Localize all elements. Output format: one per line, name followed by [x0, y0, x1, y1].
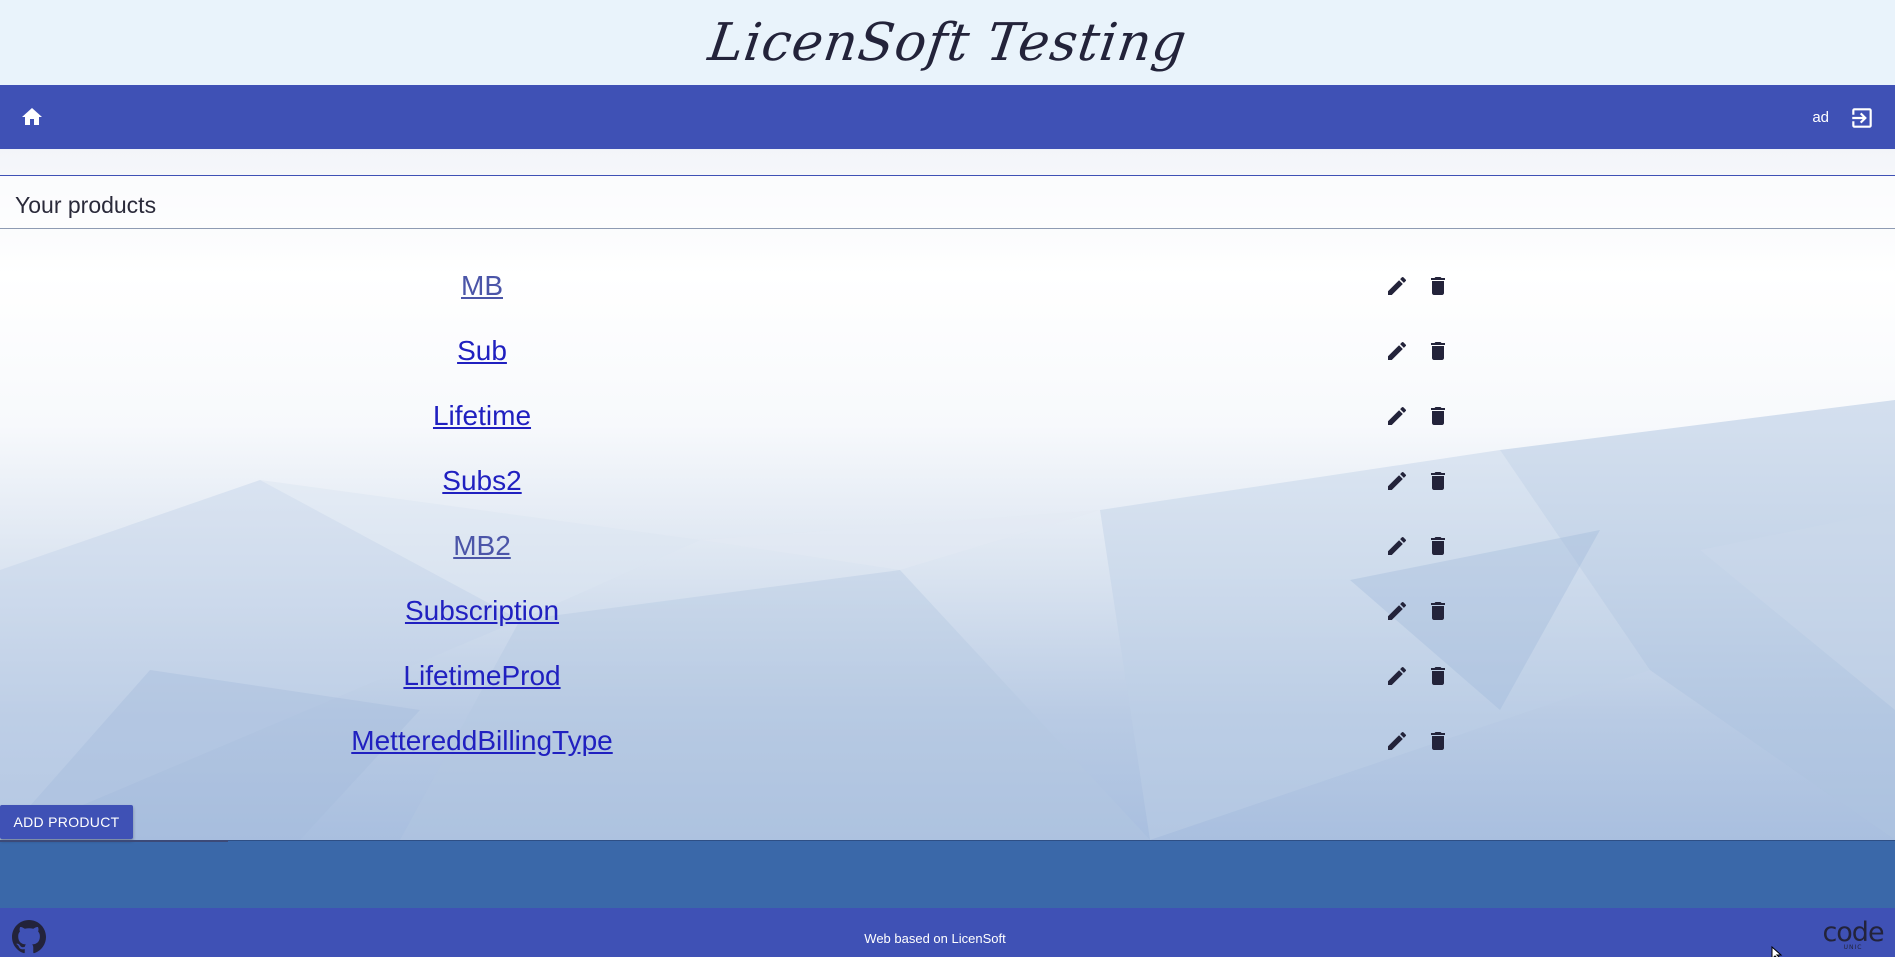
pencil-icon[interactable]: [1385, 274, 1409, 298]
mouse-cursor: [1771, 945, 1785, 957]
site-footer: Web based on LicenSoft code UNIC: [0, 908, 1895, 957]
pencil-icon[interactable]: [1385, 404, 1409, 428]
product-row: Subscription: [0, 585, 1895, 650]
trash-icon[interactable]: [1426, 534, 1450, 558]
product-link[interactable]: Sub: [457, 335, 507, 367]
products-panel-header: Your products: [0, 175, 1895, 229]
trash-icon[interactable]: [1426, 404, 1450, 428]
footer-prefix: Web based on: [864, 931, 952, 946]
page-title: Your products: [15, 192, 157, 218]
trash-icon[interactable]: [1426, 729, 1450, 753]
product-row: LifetimeProd: [0, 650, 1895, 715]
product-row: Subs2: [0, 455, 1895, 520]
pencil-icon[interactable]: [1385, 339, 1409, 363]
product-link[interactable]: Lifetime: [433, 400, 531, 432]
footer-text: Web based on LicenSoft: [0, 931, 1870, 946]
product-row: MB: [0, 260, 1895, 325]
code-logo: code UNIC: [1821, 917, 1885, 956]
product-row: Sub: [0, 325, 1895, 390]
licensoft-link[interactable]: LicenSoft: [952, 931, 1006, 946]
user-label: ad: [1812, 109, 1829, 126]
trash-icon[interactable]: [1426, 664, 1450, 688]
add-button-underline: [0, 840, 228, 842]
product-link[interactable]: MettereddBillingType: [351, 725, 612, 757]
trash-icon[interactable]: [1426, 339, 1450, 363]
trash-icon[interactable]: [1426, 599, 1450, 623]
pencil-icon[interactable]: [1385, 469, 1409, 493]
pencil-icon[interactable]: [1385, 664, 1409, 688]
logout-icon[interactable]: [1849, 105, 1875, 131]
pencil-icon[interactable]: [1385, 599, 1409, 623]
product-link[interactable]: Subscription: [405, 595, 559, 627]
trash-icon[interactable]: [1426, 469, 1450, 493]
lower-band: [0, 840, 1895, 909]
product-list: MB Sub Lifetime Subs2 MB2 Subscription Lifetim…: [0, 260, 1895, 780]
add-product-button[interactable]: ADD PRODUCT: [0, 805, 133, 839]
site-header: LicenSoft Testing: [0, 0, 1895, 85]
brand-title: LicenSoft Testing: [704, 12, 1191, 73]
product-link[interactable]: MB2: [453, 530, 511, 562]
top-navbar: ad: [0, 85, 1895, 149]
home-icon[interactable]: [18, 105, 46, 129]
product-row: Lifetime: [0, 390, 1895, 455]
pencil-icon[interactable]: [1385, 729, 1409, 753]
product-row: MettereddBillingType: [0, 715, 1895, 780]
product-link[interactable]: Subs2: [442, 465, 521, 497]
code-logo-text: code: [1822, 917, 1884, 948]
trash-icon[interactable]: [1426, 274, 1450, 298]
product-link[interactable]: LifetimeProd: [403, 660, 560, 692]
product-link[interactable]: MB: [461, 270, 503, 302]
pencil-icon[interactable]: [1385, 534, 1409, 558]
product-row: MB2: [0, 520, 1895, 585]
